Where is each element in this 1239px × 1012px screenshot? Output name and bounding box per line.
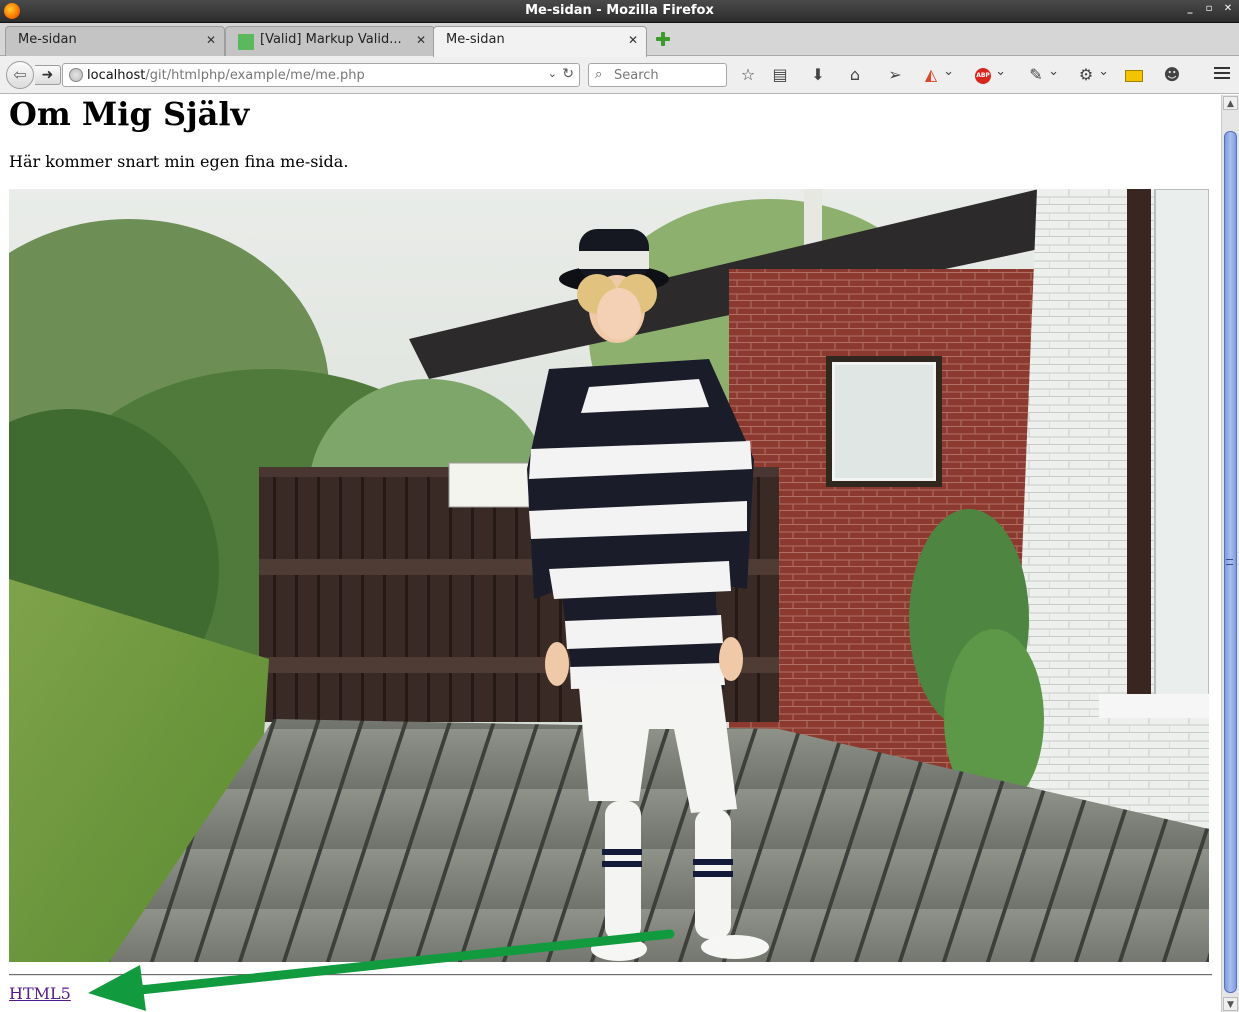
ruler-icon[interactable] — [1123, 65, 1145, 85]
site-identity-globe-icon[interactable] — [69, 68, 83, 82]
window-titlebar: Me-sidan - Mozilla Firefox _ ▫ ✕ — [0, 0, 1239, 23]
downloads-icon[interactable]: ⬇ — [807, 65, 829, 85]
tab-markup-validator[interactable]: [Valid] Markup Valid... ✕ — [225, 26, 435, 56]
maximize-button[interactable]: ▫ — [1204, 3, 1214, 14]
html5-validator-link[interactable]: HTML5 — [9, 984, 71, 1003]
url-history-dropdown-icon[interactable]: ⌄ — [548, 67, 557, 80]
forward-arrow-icon[interactable]: ➜ — [35, 65, 61, 85]
tab-close-icon[interactable]: ✕ — [628, 33, 638, 47]
minimize-button[interactable]: _ — [1185, 3, 1195, 14]
vertical-scrollbar[interactable]: ▲ ▼ — [1221, 95, 1239, 1012]
tab-me-sidan-active[interactable]: Me-sidan ✕ — [433, 26, 647, 57]
tab-label: Me-sidan — [18, 32, 77, 47]
validator-favicon-icon — [238, 34, 254, 50]
chat-icon[interactable]: ☻ — [1161, 65, 1183, 85]
close-window-button[interactable]: ✕ — [1223, 3, 1233, 14]
menu-icon[interactable] — [1214, 67, 1230, 81]
back-forward-group: ⇦ ➜ — [6, 61, 61, 89]
scroll-up-arrow-icon[interactable]: ▲ — [1223, 96, 1238, 110]
bookmark-star-icon[interactable]: ☆ — [737, 65, 759, 85]
search-icon: ⌕ — [595, 67, 603, 82]
scroll-down-arrow-icon[interactable]: ▼ — [1223, 997, 1238, 1011]
back-arrow-icon[interactable]: ⇦ — [6, 61, 34, 89]
reading-list-icon[interactable]: ▤ — [769, 65, 791, 85]
page-viewport: Om Mig Själv Här kommer snart min egen f… — [0, 95, 1221, 1012]
color-picker-icon[interactable]: ◭ — [920, 62, 954, 85]
eyedropper-icon[interactable]: ✎ — [1025, 62, 1059, 85]
adblock-plus-icon[interactable]: ABP — [972, 62, 1006, 85]
tab-close-icon[interactable]: ✕ — [416, 33, 426, 47]
search-placeholder: Search — [614, 68, 659, 83]
search-input[interactable]: ⌕ Search — [588, 63, 727, 87]
tab-label: [Valid] Markup Valid... — [260, 32, 402, 47]
url-text[interactable]: localhost/git/htmlphp/example/me/me.php — [87, 68, 365, 83]
tab-me-sidan-1[interactable]: Me-sidan ✕ — [5, 26, 225, 56]
window-title: Me-sidan - Mozilla Firefox — [525, 3, 714, 18]
navigation-toolbar: ⇦ ➜ localhost/git/htmlphp/example/me/me.… — [0, 56, 1239, 94]
url-bar[interactable]: localhost/git/htmlphp/example/me/me.php … — [62, 63, 580, 87]
home-icon[interactable]: ⌂ — [844, 65, 866, 85]
new-tab-plus-icon[interactable] — [656, 32, 670, 46]
send-icon[interactable]: ➢ — [884, 65, 906, 85]
reload-icon[interactable]: ↻ — [562, 66, 574, 82]
tab-strip: Me-sidan ✕ [Valid] Markup Valid... ✕ Me-… — [0, 23, 1239, 57]
tab-label: Me-sidan — [446, 32, 505, 47]
page-title: Om Mig Själv — [9, 95, 250, 133]
window-controls: _ ▫ ✕ — [1185, 3, 1233, 14]
scrollbar-grip-icon — [1226, 559, 1233, 565]
tab-close-icon[interactable]: ✕ — [206, 33, 216, 47]
horizontal-rule — [9, 974, 1212, 976]
web-developer-icon[interactable]: ⚙ — [1075, 62, 1109, 85]
portrait-photo — [9, 189, 1209, 962]
intro-paragraph: Här kommer snart min egen fina me-sida. — [9, 152, 349, 171]
